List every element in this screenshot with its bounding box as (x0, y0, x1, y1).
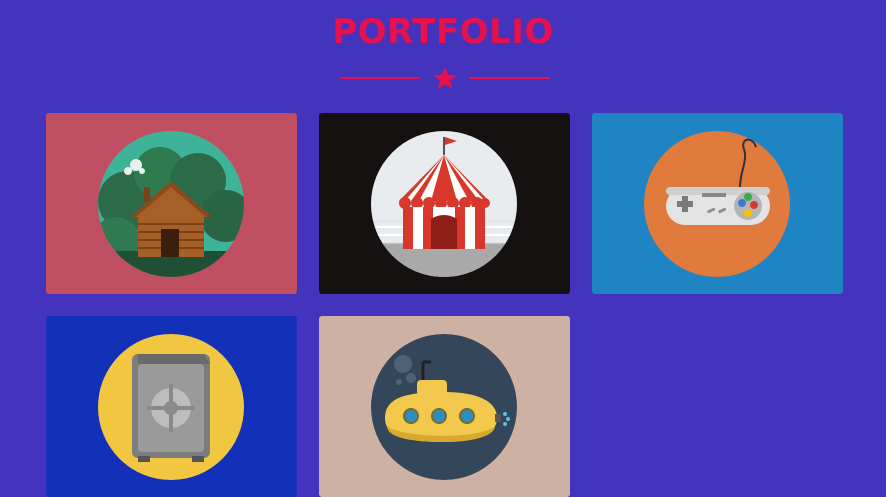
portfolio-item-safe[interactable] (46, 316, 297, 497)
title-divider (340, 66, 550, 90)
circus-tent-icon (371, 131, 517, 277)
game-controller-icon (644, 131, 790, 277)
portfolio-item-circus-tent[interactable] (319, 113, 570, 294)
portfolio-item-submarine[interactable] (319, 316, 570, 497)
page-title: PORTFOLIO (332, 12, 554, 52)
portfolio-item-game-controller[interactable] (592, 113, 843, 294)
divider-line-left (340, 77, 420, 79)
star-icon (433, 67, 457, 89)
submarine-icon (371, 334, 517, 480)
safe-icon (98, 334, 244, 480)
log-cabin-icon (98, 131, 244, 277)
divider-line-right (470, 77, 550, 79)
portfolio-item-log-cabin[interactable] (46, 113, 297, 294)
